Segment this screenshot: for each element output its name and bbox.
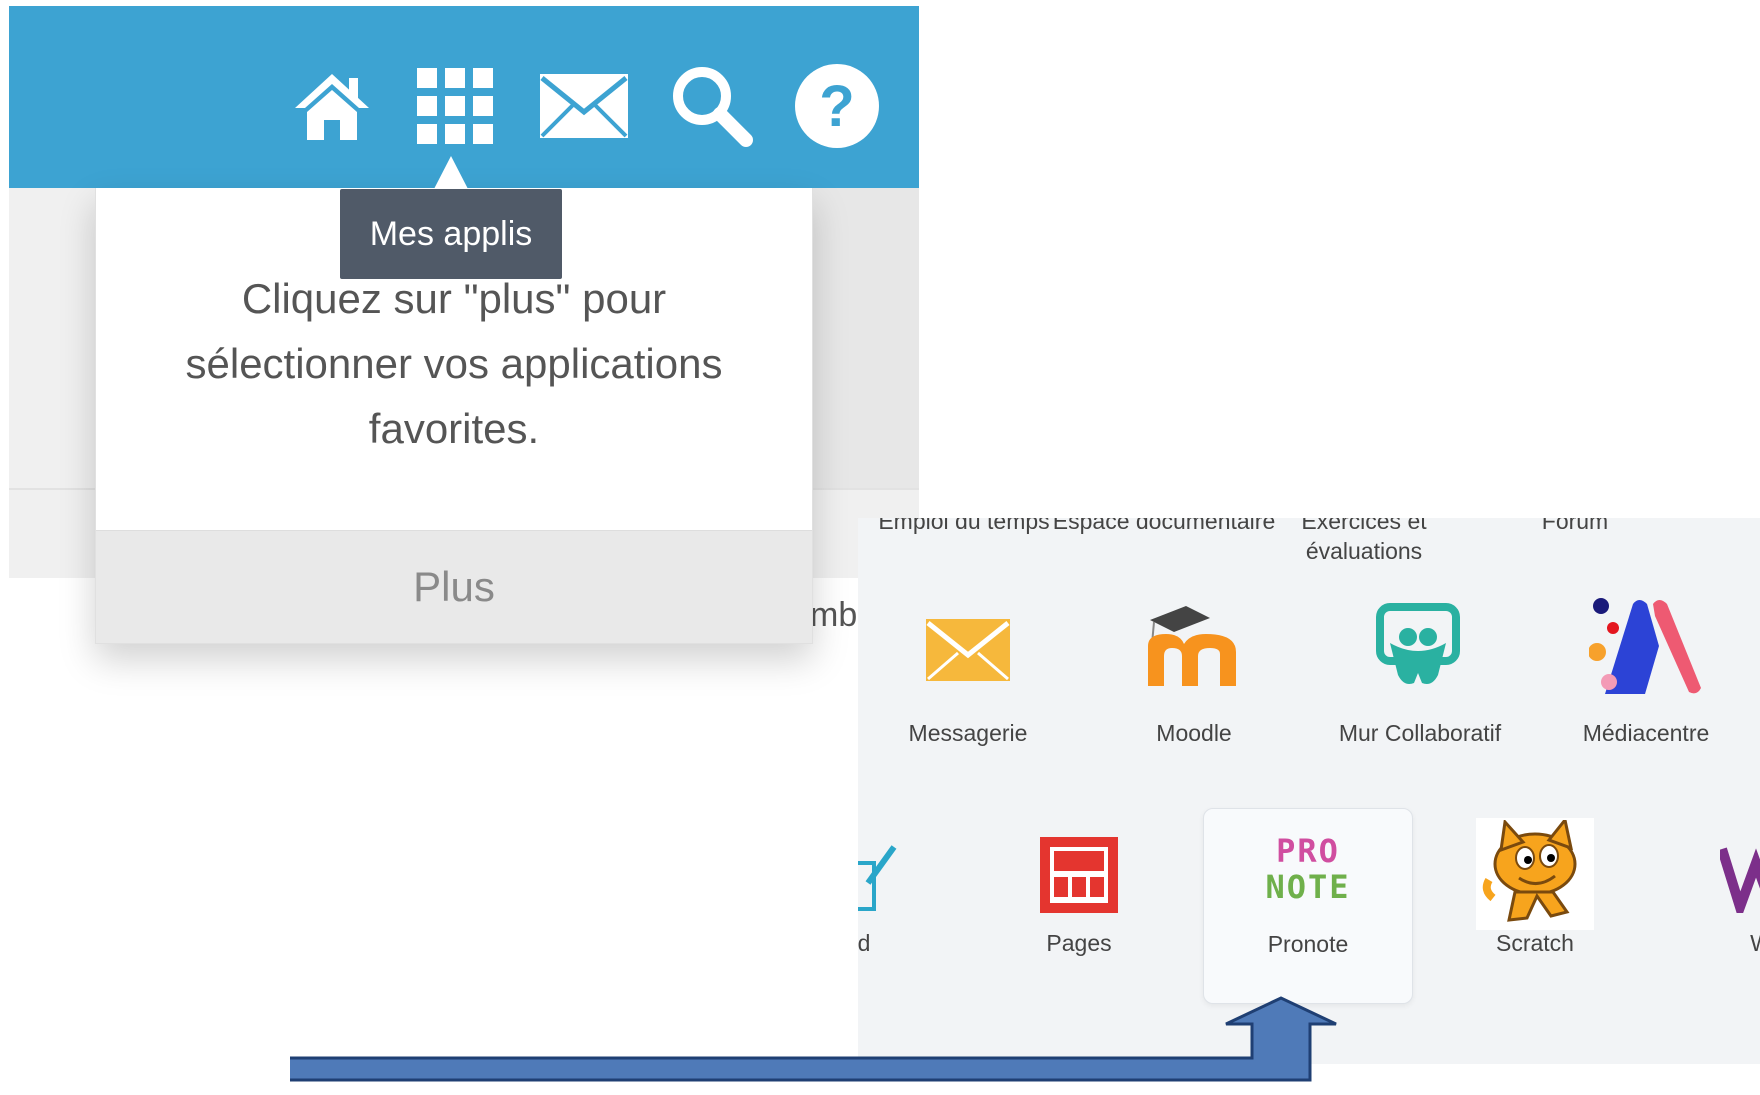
empty-favorites-message: Cliquez sur "plus" pour sélectionner vos… (185, 275, 723, 452)
apps-grid-icon[interactable] (407, 58, 503, 154)
app-pronote-label: Pronote (1267, 931, 1349, 957)
envelope-icon[interactable] (918, 610, 1018, 690)
app-moodle[interactable]: Moodle (1084, 718, 1304, 748)
app-partial-w[interactable]: W (1651, 928, 1760, 958)
padlet-icon[interactable] (1368, 596, 1468, 696)
home-icon[interactable] (284, 58, 380, 154)
moodle-icon[interactable] (1138, 596, 1248, 696)
app-scratch[interactable]: Scratch (1425, 928, 1645, 958)
tooltip-pointer (434, 156, 468, 189)
pages-icon[interactable] (1034, 830, 1124, 920)
wiki-icon[interactable] (1720, 838, 1760, 918)
truncated-text: mb (810, 596, 858, 634)
pronote-icon: PRO NOTE (1265, 832, 1351, 906)
plus-button[interactable]: Plus (96, 530, 812, 643)
app-pages[interactable]: Pages (969, 928, 1189, 958)
app-mur-collaboratif[interactable]: Mur Collaboratif (1310, 718, 1530, 748)
page-column (812, 188, 919, 488)
annotation-arrow (290, 996, 1337, 1082)
scratch-cat-icon[interactable] (1476, 818, 1594, 930)
app-messagerie[interactable]: Messagerie (858, 718, 1078, 748)
app-pronote-card[interactable]: PRO NOTE Pronote (1203, 808, 1413, 1004)
app-partial-d[interactable]: d (858, 928, 974, 958)
app-espace-documentaire[interactable]: Espace documentaire (1044, 518, 1284, 536)
app-forum[interactable]: Forum (1395, 518, 1755, 536)
search-icon[interactable] (664, 58, 760, 154)
app-emploi-du-temps[interactable]: Emploi du temps (858, 518, 1074, 536)
pencil-icon[interactable] (858, 838, 902, 918)
mail-icon[interactable] (536, 58, 632, 154)
tooltip: Mes applis (340, 189, 562, 279)
app-mediacentre[interactable]: Médiacentre (1536, 718, 1756, 748)
help-icon[interactable]: ? (789, 58, 885, 154)
mediacentre-icon[interactable] (1588, 594, 1708, 698)
svg-text:?: ? (819, 74, 854, 139)
